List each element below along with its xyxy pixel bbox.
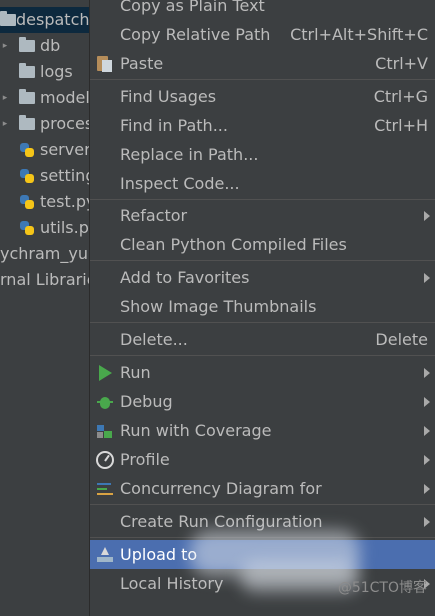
menu-item-clean-python-compiled-files[interactable]: Clean Python Compiled Files [90, 230, 435, 259]
shortcut-label: Ctrl+Alt+Shift+C [290, 25, 428, 44]
menu-separator [90, 79, 435, 80]
menu-separator [90, 199, 435, 200]
upload-icon [96, 546, 114, 564]
menu-item-inspect-code[interactable]: Inspect Code... [90, 169, 435, 198]
tree-item-root[interactable]: ▾ despatch_ [0, 7, 95, 33]
submenu-arrow-icon [424, 455, 430, 465]
profile-icon [96, 451, 114, 469]
menu-separator [90, 322, 435, 323]
submenu-arrow-icon [424, 211, 430, 221]
project-tree: ▾ despatch_ ▸ db logs ▸ model ▸ proces s… [0, 0, 95, 605]
menu-item-replace-in-path[interactable]: Replace in Path... [90, 140, 435, 169]
tree-item-label: test.py [40, 192, 95, 211]
menu-item-copy-relative-path[interactable]: Copy Relative Path Ctrl+Alt+Shift+C [90, 20, 435, 49]
submenu-arrow-icon [424, 484, 430, 494]
paste-icon [96, 55, 114, 73]
coverage-icon [96, 422, 114, 440]
concurrency-icon [96, 480, 114, 498]
folder-icon [19, 89, 35, 104]
menu-separator [90, 355, 435, 356]
menu-separator [90, 504, 435, 505]
menu-item-add-to-favorites[interactable]: Add to Favorites [90, 263, 435, 292]
shortcut-label: Ctrl+G [373, 87, 428, 106]
submenu-arrow-icon [424, 273, 430, 283]
debug-icon [96, 393, 114, 411]
menu-item-paste[interactable]: Paste Ctrl+V [90, 49, 435, 78]
tree-item-label: despatch_ [16, 10, 95, 29]
expand-arrow-icon[interactable]: ▸ [0, 85, 10, 111]
python-file-icon [19, 168, 35, 184]
menu-item-show-image-thumbnails[interactable]: Show Image Thumbnails [90, 292, 435, 321]
menu-item-find-in-path[interactable]: Find in Path... Ctrl+H [90, 111, 435, 140]
menu-item-debug[interactable]: Debug [90, 387, 435, 416]
python-file-icon [19, 194, 35, 210]
python-file-icon [19, 142, 35, 158]
menu-item-profile[interactable]: Profile [90, 445, 435, 474]
tree-item-label: setting [40, 166, 95, 185]
run-icon [96, 364, 114, 382]
expand-arrow-icon[interactable]: ▸ [0, 111, 10, 137]
shortcut-label: Delete [375, 330, 428, 349]
folder-icon [19, 115, 35, 130]
shortcut-label: Ctrl+V [375, 54, 428, 73]
tree-item-label: rnal Librarie [0, 270, 95, 289]
menu-item-concurrency-diagram[interactable]: Concurrency Diagram for [90, 474, 435, 503]
expand-arrow-icon[interactable]: ▸ [0, 33, 10, 59]
tree-item-label: utils.py [40, 218, 95, 237]
submenu-arrow-icon [424, 517, 430, 527]
shortcut-label: Ctrl+H [374, 116, 428, 135]
python-file-icon [19, 220, 35, 236]
menu-item-refactor[interactable]: Refactor [90, 201, 435, 230]
folder-icon [0, 11, 16, 26]
submenu-arrow-icon [424, 368, 430, 378]
menu-item-run-with-coverage[interactable]: Run with Coverage [90, 416, 435, 445]
folder-icon [19, 37, 35, 52]
menu-item-delete[interactable]: Delete... Delete [90, 325, 435, 354]
submenu-arrow-icon [424, 426, 430, 436]
submenu-arrow-icon [424, 397, 430, 407]
watermark-text: @51CTO博客 [337, 580, 427, 596]
tree-item-label: proces [40, 114, 94, 133]
context-menu: Copy as Plain Text Copy Relative Path Ct… [89, 0, 435, 616]
tree-item-label: logs [40, 62, 73, 81]
tree-item-label: model [40, 88, 90, 107]
folder-icon [19, 63, 35, 78]
tree-item-label: ychram_yun [0, 244, 95, 263]
menu-item-run[interactable]: Run [90, 358, 435, 387]
tree-item-label: db [40, 36, 61, 55]
tree-item-label: server_ [40, 140, 95, 159]
menu-separator [90, 260, 435, 261]
menu-item-copy-as-plain-text[interactable]: Copy as Plain Text [90, 0, 435, 20]
menu-item-find-usages[interactable]: Find Usages Ctrl+G [90, 82, 435, 111]
